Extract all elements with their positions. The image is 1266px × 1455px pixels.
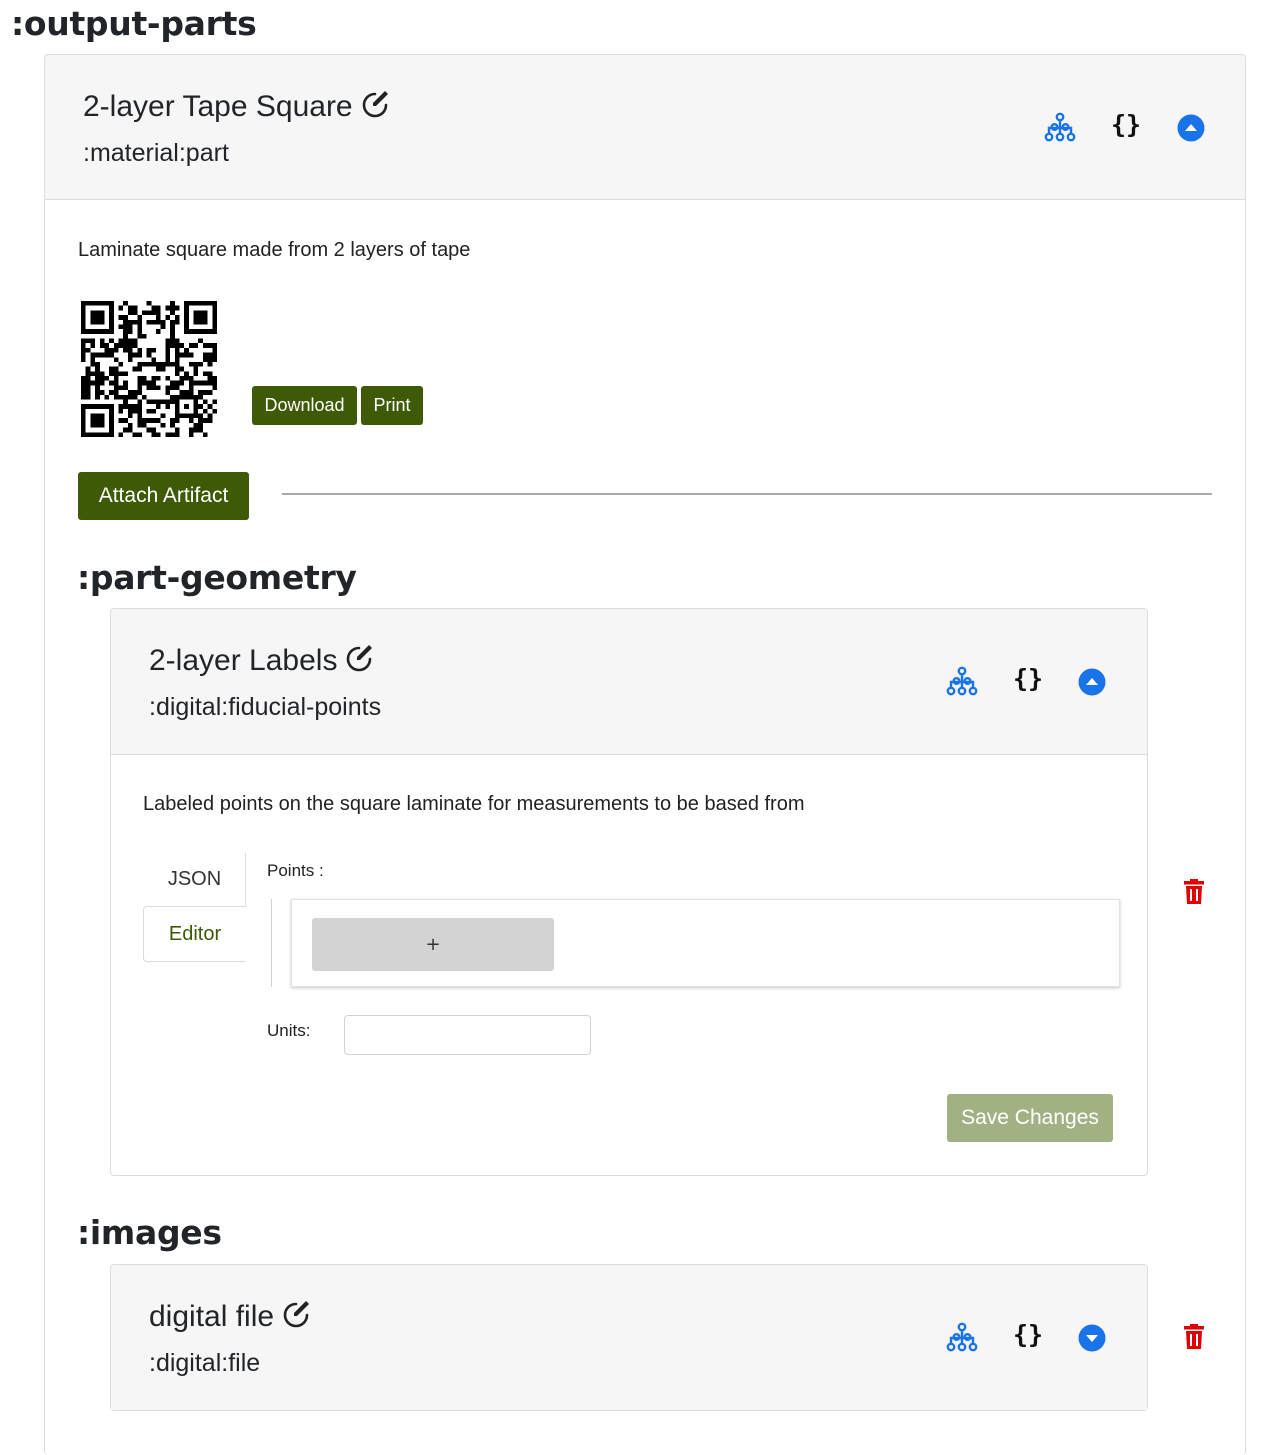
print-qr-button[interactable]: Print — [361, 386, 423, 425]
download-qr-button[interactable]: Download — [252, 386, 357, 425]
attach-artifact-button[interactable]: Attach Artifact — [78, 472, 249, 520]
part-type: :material:part — [83, 139, 229, 167]
json-braces-icon[interactable]: {} — [1013, 1320, 1043, 1349]
section-heading-part-geometry: :part-geometry — [77, 558, 357, 597]
image-card: digital file :digital:file {} — [110, 1264, 1148, 1411]
geometry-card-header: 2-layer Labels :digital:fiducial-points … — [111, 609, 1147, 755]
geometry-type: :digital:fiducial-points — [149, 693, 382, 721]
edit-pencil-icon[interactable] — [361, 89, 391, 127]
json-braces-icon[interactable]: {} — [1111, 110, 1141, 139]
points-left-rule — [271, 899, 272, 987]
trash-icon[interactable] — [1183, 879, 1205, 909]
hierarchy-icon[interactable] — [946, 666, 978, 700]
points-panel: + — [291, 899, 1120, 987]
chevron-down-circle-icon[interactable] — [1078, 1324, 1106, 1356]
trash-icon[interactable] — [1183, 1324, 1205, 1354]
edit-pencil-icon[interactable] — [345, 643, 375, 681]
section-heading-output-parts: :output-parts — [11, 4, 257, 43]
tab-editor[interactable]: Editor — [143, 906, 246, 962]
geometry-title: 2-layer Labels — [149, 644, 338, 677]
points-label: Points : — [267, 861, 324, 880]
part-card-title-row: 2-layer Tape Square — [83, 89, 391, 127]
geometry-card-title-row: 2-layer Labels — [149, 643, 375, 681]
image-type: :digital:file — [149, 1349, 261, 1377]
part-description: Laminate square made from 2 layers of ta… — [78, 239, 471, 261]
edit-pencil-icon[interactable] — [282, 1299, 312, 1337]
divider — [282, 493, 1212, 495]
hierarchy-icon[interactable] — [946, 1322, 978, 1356]
geometry-card: 2-layer Labels :digital:fiducial-points … — [110, 608, 1148, 1176]
json-braces-icon[interactable]: {} — [1013, 664, 1043, 693]
geometry-description: Labeled points on the square laminate fo… — [143, 793, 805, 815]
image-card-title-row: digital file — [149, 1299, 312, 1337]
qr-code-image — [81, 301, 217, 437]
section-heading-images: :images — [77, 1213, 222, 1252]
image-title: digital file — [149, 1300, 275, 1333]
chevron-up-circle-icon[interactable] — [1177, 114, 1205, 146]
chevron-up-circle-icon[interactable] — [1078, 668, 1106, 700]
add-point-button[interactable]: + — [312, 918, 554, 971]
units-input[interactable] — [344, 1015, 591, 1055]
hierarchy-icon[interactable] — [1044, 112, 1076, 146]
part-title: 2-layer Tape Square — [83, 90, 353, 123]
tab-json[interactable]: JSON — [144, 853, 246, 906]
part-card-header: 2-layer Tape Square :material:part {} — [45, 55, 1245, 200]
image-card-header: digital file :digital:file {} — [111, 1265, 1147, 1410]
save-changes-button[interactable]: Save Changes — [947, 1094, 1113, 1142]
units-label: Units: — [267, 1021, 311, 1040]
